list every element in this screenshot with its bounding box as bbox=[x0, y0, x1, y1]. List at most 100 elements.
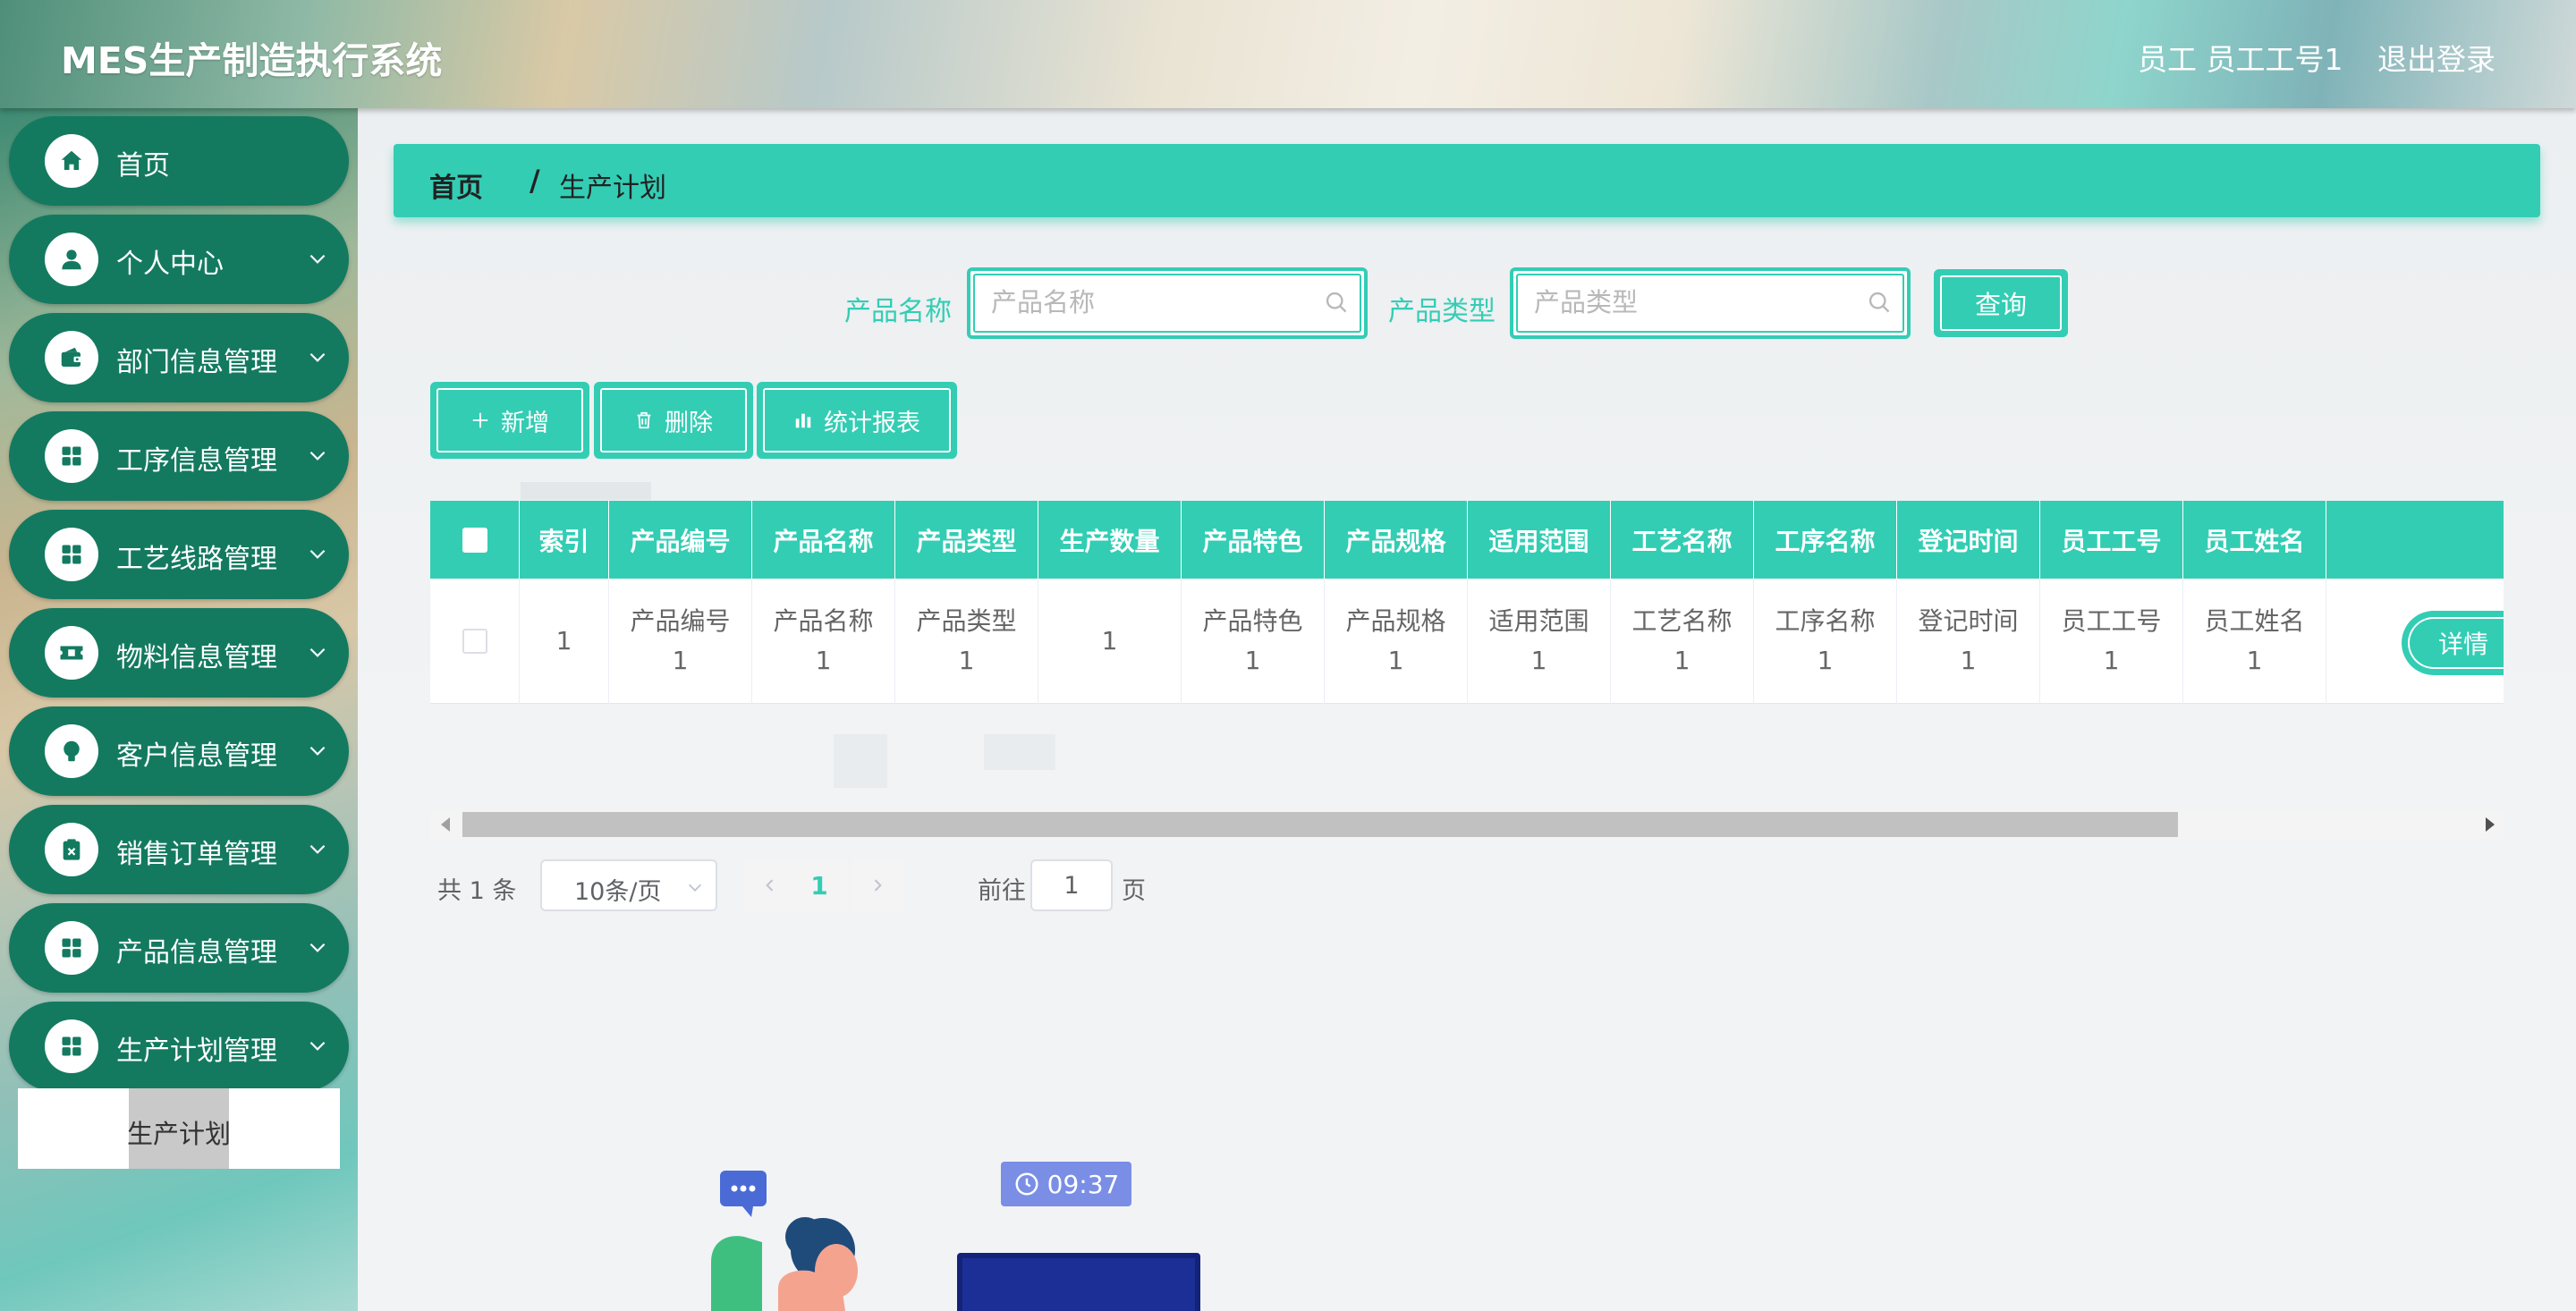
current-user: 员工 员工工号1 bbox=[2138, 42, 2343, 77]
chevron-down-icon bbox=[309, 943, 326, 952]
grid-icon bbox=[45, 429, 98, 483]
statistics-report-button[interactable]: 统计报表 bbox=[757, 382, 957, 459]
chevron-down-icon bbox=[309, 549, 326, 559]
scrollbar-thumb[interactable] bbox=[462, 812, 2178, 837]
column-header[interactable]: 产品规格 bbox=[1325, 501, 1468, 579]
sidebar-item-home[interactable]: 首页 bbox=[9, 116, 349, 206]
page-size-select[interactable]: 10条/页 bbox=[540, 859, 717, 911]
delete-button[interactable]: 删除 bbox=[594, 382, 753, 459]
prev-page-button[interactable] bbox=[744, 859, 796, 911]
sidebar-item-label: 客户信息管理 bbox=[116, 740, 277, 772]
column-header[interactable]: 工艺名称 bbox=[1611, 501, 1754, 579]
chevron-down-icon bbox=[309, 254, 326, 264]
next-page-button[interactable] bbox=[852, 859, 903, 911]
sidebar-item-personal-center[interactable]: 个人中心 bbox=[9, 215, 349, 304]
page-size-value: 10条/页 bbox=[574, 878, 662, 906]
goto-page-input[interactable] bbox=[1030, 859, 1113, 911]
app-header: MES生产制造执行系统 员工 员工工号1 退出登录 bbox=[0, 0, 2576, 108]
actions-column-header bbox=[2326, 501, 2504, 579]
detail-button-label: 详情 bbox=[2438, 630, 2489, 659]
breadcrumb-current: 生产计划 bbox=[559, 173, 666, 204]
table-cell: 1 bbox=[1038, 579, 1182, 704]
scroll-left-icon[interactable] bbox=[441, 817, 450, 832]
page-suffix-label: 页 bbox=[1122, 877, 1146, 905]
clipboard-icon bbox=[45, 823, 98, 876]
detail-button[interactable]: 详情 bbox=[2402, 611, 2504, 675]
column-header[interactable]: 员工工号 bbox=[2040, 501, 2183, 579]
statistics-report-button-label: 统计报表 bbox=[824, 409, 920, 437]
chevron-down-icon bbox=[309, 1041, 326, 1051]
column-header[interactable]: 登记时间 bbox=[1897, 501, 2040, 579]
add-button[interactable]: 新增 bbox=[430, 382, 589, 459]
column-header[interactable]: 产品编号 bbox=[609, 501, 752, 579]
product-name-field bbox=[967, 267, 1368, 339]
home-icon bbox=[45, 134, 98, 188]
table-cell: 工艺名称 1 bbox=[1611, 579, 1754, 704]
column-header[interactable]: 生产数量 bbox=[1038, 501, 1182, 579]
search-icon bbox=[1868, 292, 1890, 313]
sidebar-item-route[interactable]: 工艺线路管理 bbox=[9, 510, 349, 599]
table-cell: 产品名称 1 bbox=[752, 579, 895, 704]
sidebar-item-product[interactable]: 产品信息管理 bbox=[9, 903, 349, 993]
column-header[interactable]: 产品类型 bbox=[895, 501, 1038, 579]
row-checkbox[interactable] bbox=[462, 629, 487, 654]
delete-button-label: 删除 bbox=[665, 409, 713, 437]
main-content: 09:37 首页 / 生产计划 产品名称 产品类型 查询 新增 删除 bbox=[358, 108, 2576, 1311]
sidebar-item-production-plan[interactable]: 生产计划管理 bbox=[9, 1002, 349, 1091]
table-header: 索引 产品编号 产品名称 产品类型 生产数量 产品特色 产品规格 适用范围 工艺… bbox=[430, 501, 2504, 579]
product-type-input[interactable] bbox=[1534, 284, 1856, 320]
app-title: MES生产制造执行系统 bbox=[61, 39, 443, 82]
column-header[interactable]: 产品名称 bbox=[752, 501, 895, 579]
sidebar-item-process[interactable]: 工序信息管理 bbox=[9, 411, 349, 501]
sidebar-item-department[interactable]: 部门信息管理 bbox=[9, 313, 349, 402]
logout-link[interactable]: 退出登录 bbox=[2377, 36, 2496, 79]
chevron-left-icon bbox=[766, 879, 774, 892]
sidebar-item-customer[interactable]: 客户信息管理 bbox=[9, 706, 349, 796]
select-all-cell bbox=[430, 501, 520, 579]
clock-badge: 09:37 bbox=[1001, 1162, 1131, 1206]
table-cell: 员工姓名 1 bbox=[2183, 579, 2326, 704]
sidebar-item-material[interactable]: 物料信息管理 bbox=[9, 608, 349, 698]
product-type-field bbox=[1510, 267, 1911, 339]
search-icon bbox=[1326, 292, 1347, 313]
query-button-label: 查询 bbox=[1974, 290, 2027, 320]
clock-time: 09:37 bbox=[1046, 1169, 1120, 1199]
chevron-down-icon bbox=[309, 647, 326, 657]
column-header[interactable]: 索引 bbox=[520, 501, 609, 579]
breadcrumb-home[interactable]: 首页 bbox=[429, 165, 483, 205]
breadcrumb: 首页 / 生产计划 bbox=[394, 144, 2540, 217]
chevron-down-icon bbox=[688, 884, 702, 892]
horizontal-scrollbar[interactable] bbox=[430, 810, 2504, 839]
submenu-label: 生产计划 bbox=[126, 1119, 231, 1149]
column-header[interactable]: 员工姓名 bbox=[2183, 501, 2326, 579]
chevron-down-icon bbox=[309, 844, 326, 854]
goto-label: 前往 bbox=[978, 877, 1026, 905]
grid-icon bbox=[45, 921, 98, 975]
sidebar-item-label: 工艺线路管理 bbox=[116, 544, 277, 575]
select-all-checkbox[interactable] bbox=[462, 527, 487, 553]
table-cell: 工序名称 1 bbox=[1754, 579, 1897, 704]
sidebar-item-label: 部门信息管理 bbox=[116, 347, 277, 378]
chevron-down-icon bbox=[309, 352, 326, 362]
ticket-icon bbox=[45, 626, 98, 680]
column-header[interactable]: 工序名称 bbox=[1754, 501, 1897, 579]
sidebar-item-sales-order[interactable]: 销售订单管理 bbox=[9, 805, 349, 894]
submenu-production-plan[interactable]: 生产计划 bbox=[18, 1088, 340, 1169]
user-icon bbox=[45, 233, 98, 286]
add-button-label: 新增 bbox=[501, 409, 549, 437]
product-name-input[interactable] bbox=[991, 284, 1313, 320]
sidebar-item-label: 销售订单管理 bbox=[116, 839, 277, 870]
query-button[interactable]: 查询 bbox=[1934, 269, 2068, 337]
row-select-cell bbox=[430, 579, 520, 704]
scroll-right-icon[interactable] bbox=[2486, 817, 2495, 832]
sidebar-item-label: 工序信息管理 bbox=[116, 445, 277, 477]
table-cell: 产品编号 1 bbox=[609, 579, 752, 704]
table-row[interactable]: 1 产品编号 1 产品名称 1 产品类型 1 1 产品特色 1 产品规格 1 适用范围 1 … bbox=[430, 579, 2504, 704]
grid-icon bbox=[45, 1019, 98, 1073]
page-number-1[interactable]: 1 bbox=[791, 859, 848, 911]
column-header[interactable]: 适用范围 bbox=[1468, 501, 1611, 579]
pagination-total: 共 1 条 bbox=[437, 877, 517, 905]
table-cell: 员工工号 1 bbox=[2040, 579, 2183, 704]
person-figure bbox=[711, 1217, 858, 1311]
column-header[interactable]: 产品特色 bbox=[1182, 501, 1325, 579]
